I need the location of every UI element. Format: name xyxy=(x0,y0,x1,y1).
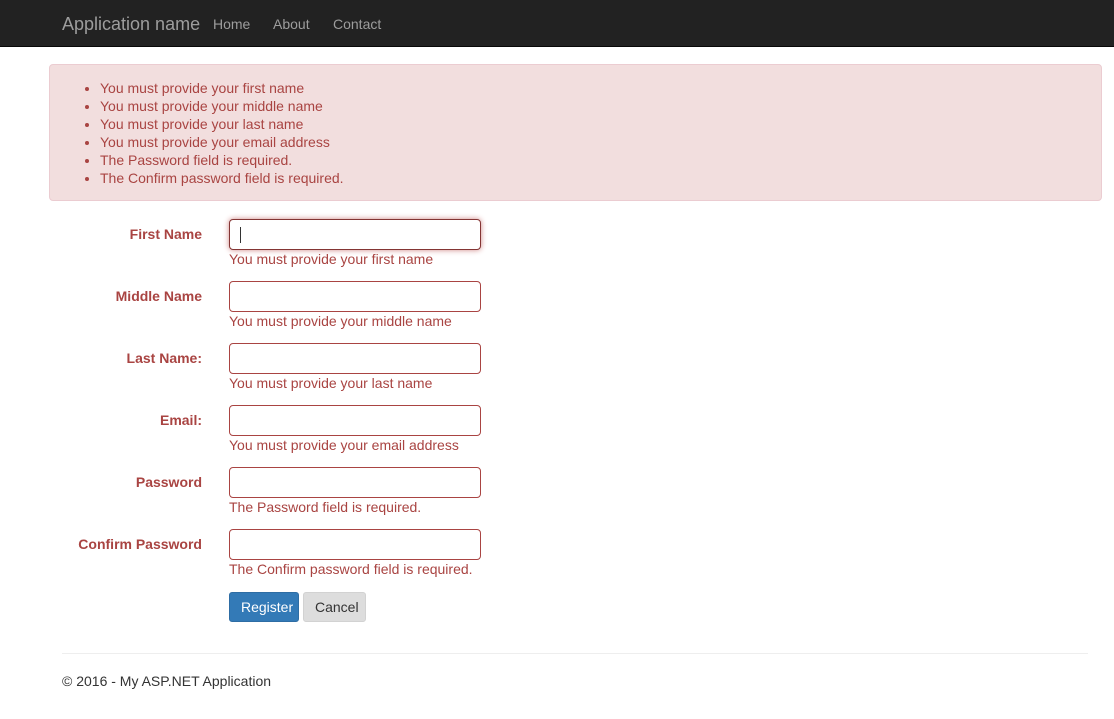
text-cursor xyxy=(240,227,241,243)
email-input[interactable] xyxy=(229,405,481,436)
middle-name-input[interactable] xyxy=(229,281,481,312)
footer-divider xyxy=(62,653,1088,654)
last-name-input[interactable] xyxy=(229,343,481,374)
first-name-label: First Name xyxy=(129,226,202,242)
summary-error-item: You must provide your first name xyxy=(100,79,344,97)
password-label: Password xyxy=(135,474,202,490)
first-name-input[interactable] xyxy=(229,219,481,250)
summary-error-item: The Password field is required. xyxy=(100,151,344,169)
cancel-button[interactable]: Cancel xyxy=(303,592,366,622)
confirm-password-error: The Confirm password field is required. xyxy=(229,561,473,577)
email-error: You must provide your email address xyxy=(229,437,459,453)
email-label: Email: xyxy=(159,412,202,428)
confirm-password-label: Confirm Password xyxy=(78,536,202,552)
register-button[interactable]: Register xyxy=(229,592,299,622)
validation-summary-list: You must provide your first name You mus… xyxy=(100,79,344,187)
nav-link-contact[interactable]: Contact xyxy=(333,15,381,33)
last-name-error: You must provide your last name xyxy=(229,375,433,391)
first-name-error: You must provide your first name xyxy=(229,251,434,267)
summary-error-item: You must provide your last name xyxy=(100,115,344,133)
summary-error-item: You must provide your email address xyxy=(100,133,344,151)
nav-link-home[interactable]: Home xyxy=(213,15,250,33)
password-input[interactable] xyxy=(229,467,481,498)
summary-error-item: You must provide your middle name xyxy=(100,97,344,115)
nav-link-about[interactable]: About xyxy=(273,15,310,33)
password-error: The Password field is required. xyxy=(229,499,422,515)
last-name-label: Last Name: xyxy=(126,350,202,366)
top-navbar: Application name Home About Contact xyxy=(0,0,1114,47)
confirm-password-input[interactable] xyxy=(229,529,481,560)
validation-summary: You must provide your first name You mus… xyxy=(49,64,1102,201)
brand-link[interactable]: Application name xyxy=(62,14,200,34)
summary-error-item: The Confirm password field is required. xyxy=(100,169,344,187)
middle-name-error: You must provide your middle name xyxy=(229,313,452,329)
footer-copyright: © 2016 - My ASP.NET Application xyxy=(62,673,272,689)
middle-name-label: Middle Name xyxy=(115,288,202,304)
